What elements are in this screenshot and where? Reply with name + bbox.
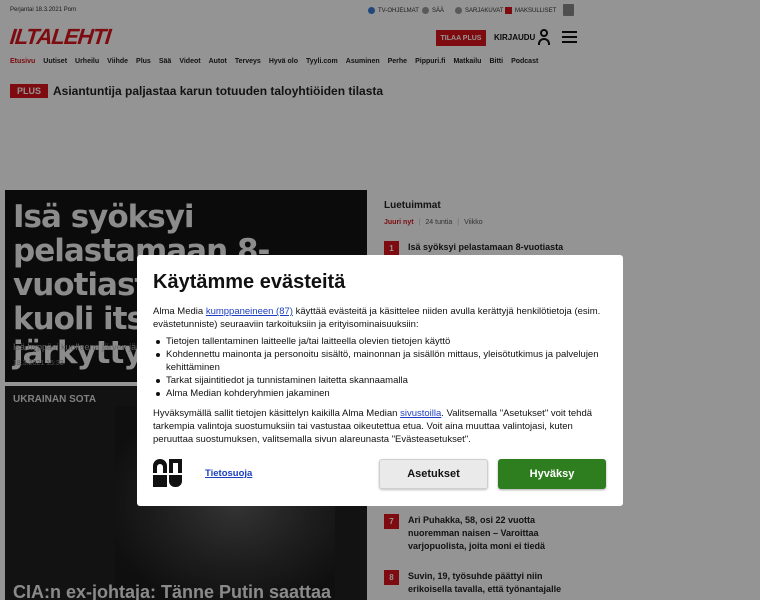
accept-button[interactable]: Hyväksy — [498, 459, 606, 489]
purpose-item: Tietojen tallentaminen laitteelle ja/tai… — [153, 335, 603, 348]
consent-explanation: Hyväksymällä sallit tietojen käsittelyn … — [153, 408, 593, 445]
consent-heading: Käytämme evästeitä — [153, 271, 346, 293]
cookie-consent-dialog: Käytämme evästeitä Alma Media kumppanein… — [137, 255, 623, 506]
privacy-link[interactable]: Tietosuoja — [205, 468, 252, 479]
alma-logo-icon — [153, 459, 183, 487]
settings-button[interactable]: Asetukset — [379, 459, 488, 489]
consent-intro: Alma Media kumppaneineen (87) käyttää ev… — [153, 306, 601, 330]
purpose-list: Tietojen tallentaminen laitteelle ja/tai… — [153, 335, 603, 400]
sites-link[interactable]: sivustoilla — [400, 408, 441, 419]
purpose-item: Kohdennettu mainonta ja personoitu sisäl… — [153, 348, 603, 374]
purpose-item: Tarkat sijaintitiedot ja tunnistaminen l… — [153, 374, 603, 387]
purpose-item: Alma Median kohderyhmien jakaminen — [153, 387, 603, 400]
partners-link[interactable]: kumppaneineen (87) — [206, 306, 293, 317]
